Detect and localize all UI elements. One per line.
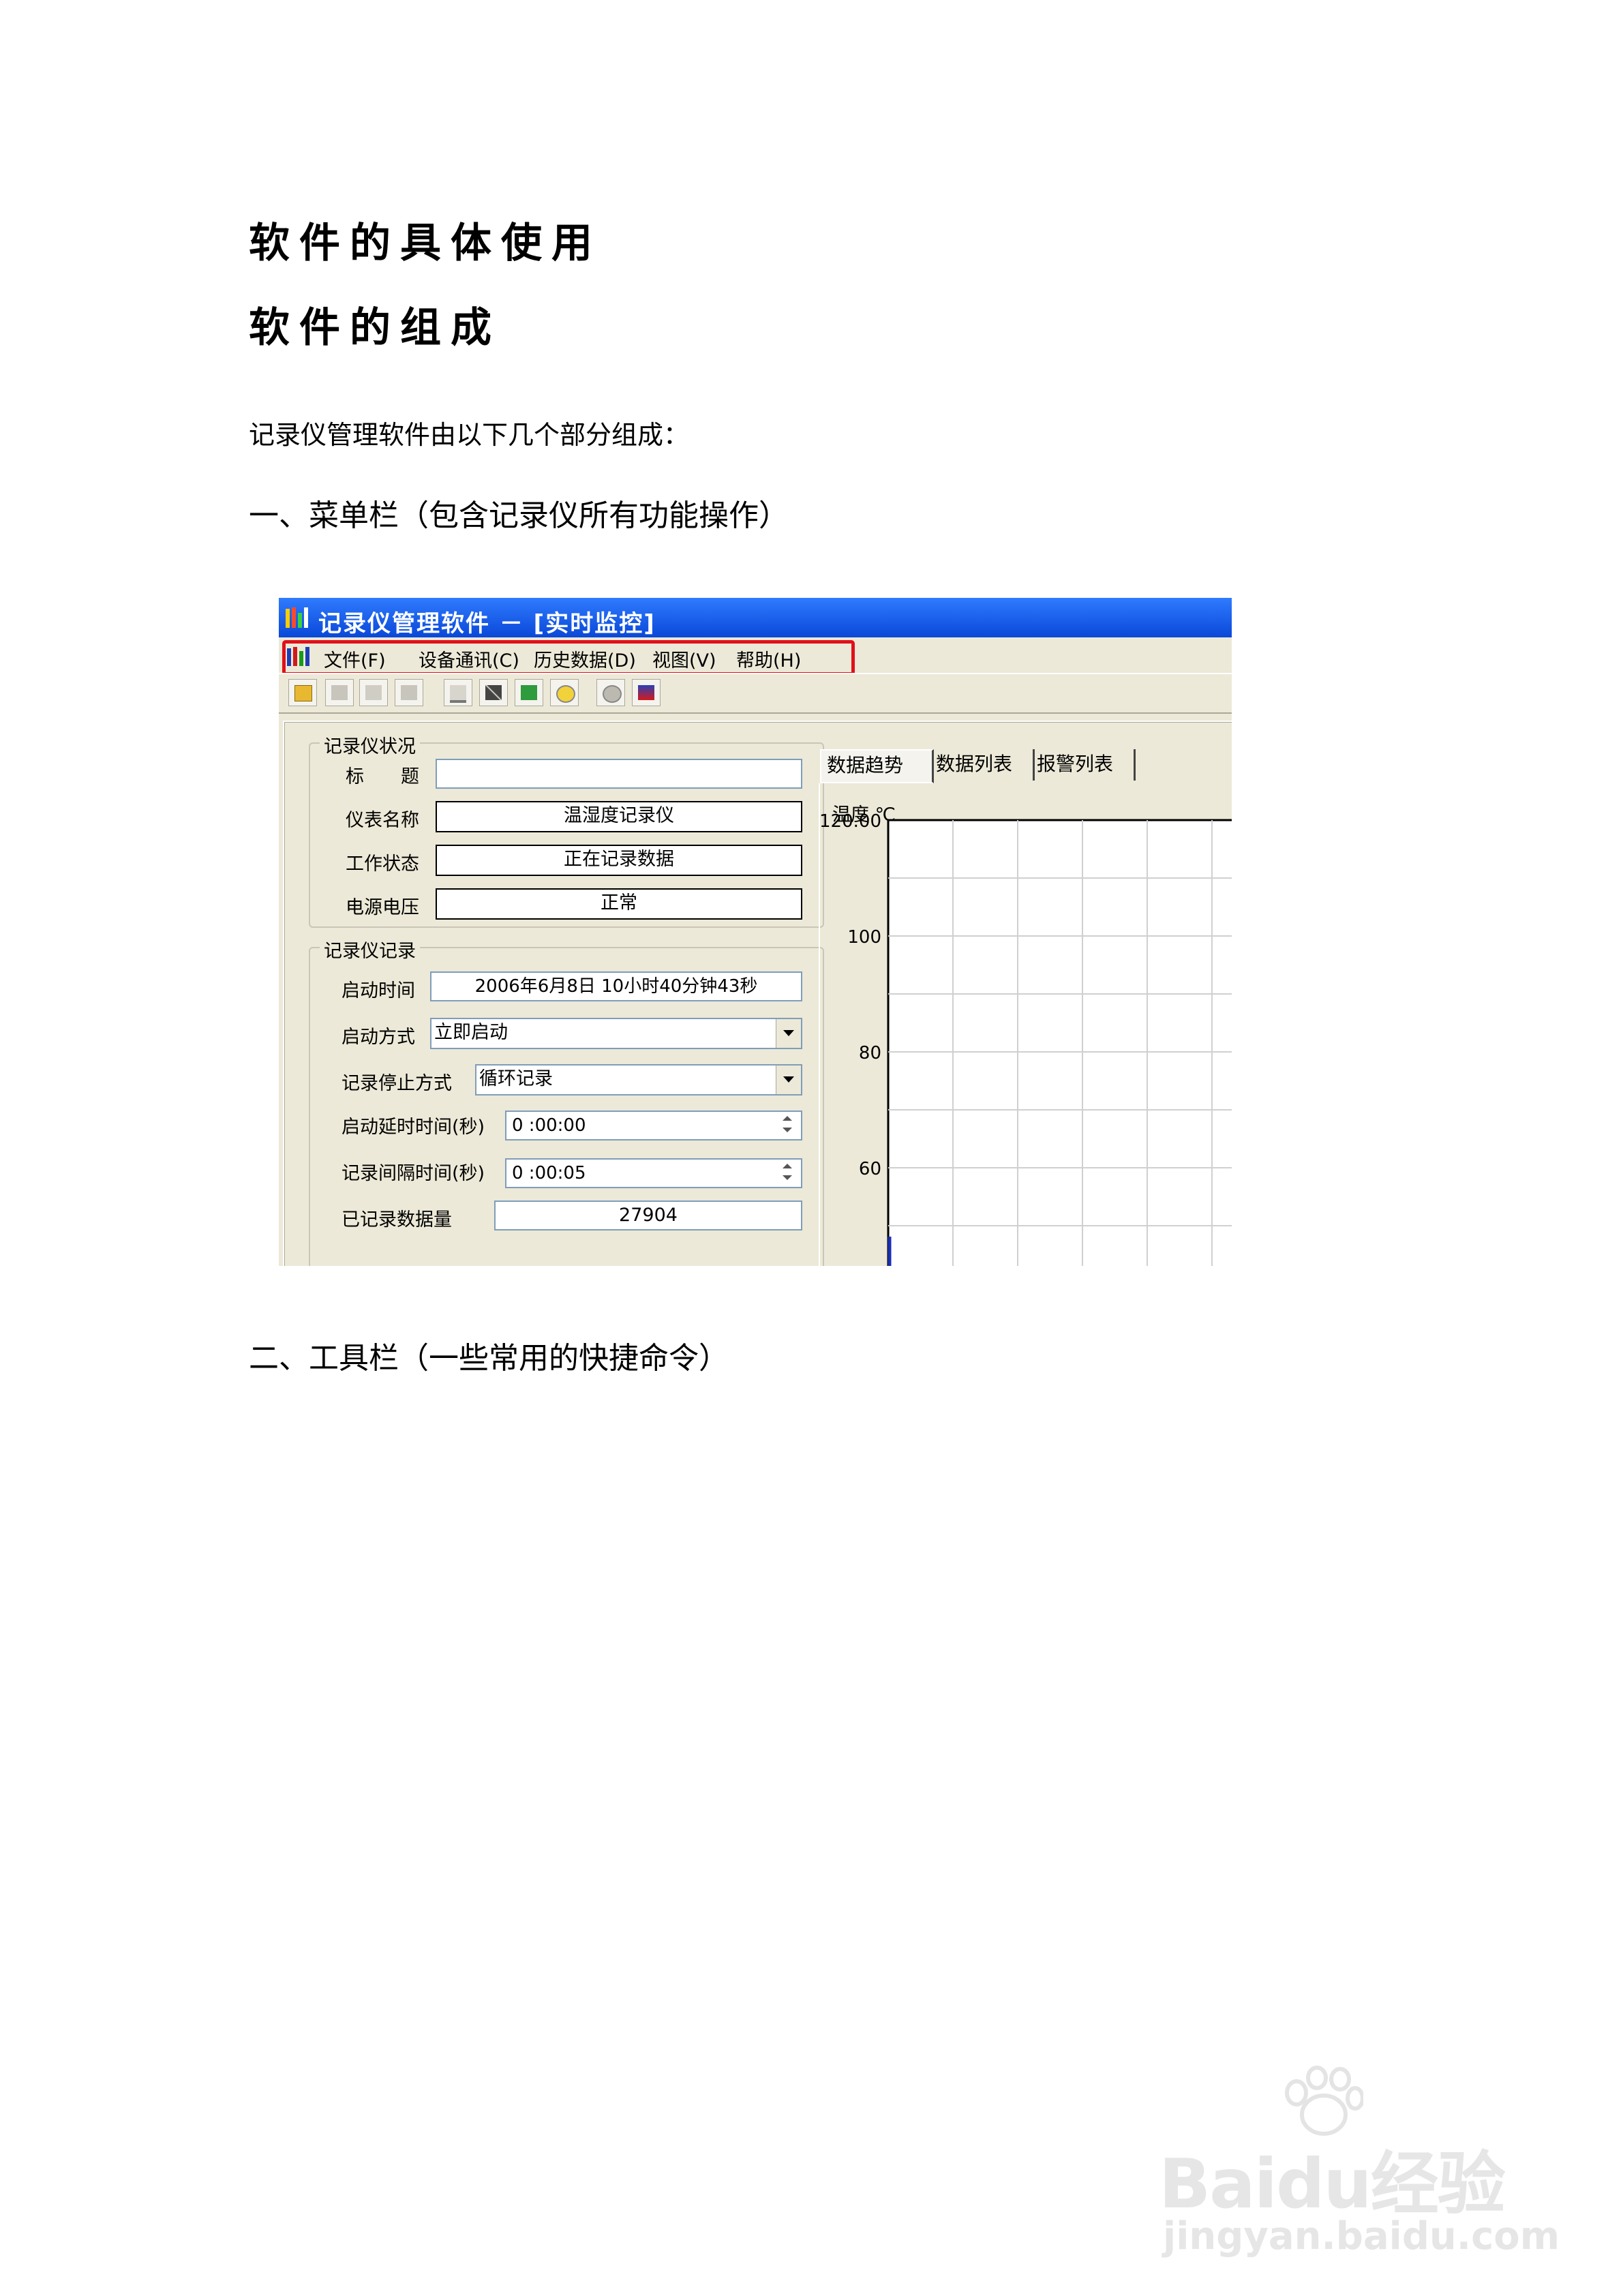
section-menubar: 一、菜单栏（包含记录仪所有功能操作） [249, 498, 789, 533]
section-toolbar: 二、工具栏（一些常用的快捷命令） [249, 1341, 729, 1376]
interval-spinner[interactable]: 0 :00:05 [505, 1158, 802, 1188]
settings-icon[interactable] [550, 679, 579, 706]
power-voltage-label: 电源电压 [346, 897, 419, 918]
start-time-value: 2006年6月8日 10小时40分钟43秒 [430, 971, 802, 1001]
power-voltage-value: 正常 [436, 888, 802, 920]
meter-name-label: 仪表名称 [346, 810, 419, 831]
tab-alarm-list[interactable]: 报警列表 [1031, 749, 1136, 781]
tools-icon[interactable] [479, 679, 508, 706]
copy-icon[interactable] [359, 679, 388, 706]
plot-area [887, 819, 1232, 1266]
start-delay-value: 0 :00:00 [512, 1115, 586, 1136]
print-icon[interactable] [395, 679, 423, 706]
watermark-brand: Baidu经验 [1159, 2144, 1506, 2224]
y-tick-label: 100 [847, 927, 881, 948]
y-tick-label: 80 [859, 1043, 881, 1063]
software-screenshot: 记录仪管理软件 － [实时监控] 文件(F) 设备通讯(C) 历史数据(D) 视… [279, 598, 1232, 1266]
stop-mode-select[interactable]: 循环记录 [475, 1064, 802, 1096]
work-status-value: 正在记录数据 [436, 845, 802, 876]
record-count-value: 27904 [494, 1200, 802, 1230]
start-mode-value: 立即启动 [434, 1022, 508, 1043]
meter-name-value: 温湿度记录仪 [436, 801, 802, 832]
stop-mode-label: 记录停止方式 [342, 1073, 452, 1094]
start-delay-label: 启动延时时间(秒) [342, 1117, 485, 1138]
work-status-label: 工作状态 [346, 854, 419, 875]
network-icon[interactable] [515, 679, 543, 706]
start-time-label: 启动时间 [342, 980, 415, 1001]
start-delay-spinner[interactable]: 0 :00:00 [505, 1111, 802, 1141]
stop-mode-value: 循环记录 [479, 1068, 553, 1089]
status-groupbox: 记录仪状况 标 题 仪表名称 温湿度记录仪 工作状态 正在记录数据 电源电压 正… [309, 731, 824, 928]
tab-data-trend[interactable]: 数据趋势 [820, 749, 934, 783]
menu-highlight-box [282, 640, 855, 676]
start-mode-select[interactable]: 立即启动 [430, 1018, 802, 1049]
heading-composition: 软件的组成 [249, 304, 501, 352]
start-mode-label: 启动方式 [342, 1027, 415, 1048]
title-label: 标 题 [346, 766, 419, 787]
window-titlebar: 记录仪管理软件 － [实时监控] [279, 598, 1232, 637]
gear-icon[interactable] [596, 679, 625, 706]
app-logo-icon [286, 606, 309, 629]
signal-icon[interactable] [632, 679, 661, 706]
window-icon[interactable] [444, 679, 472, 706]
chevron-down-icon[interactable] [776, 1019, 801, 1048]
record-count-label: 已记录数据量 [342, 1209, 452, 1230]
window-title: 记录仪管理软件 － [实时监控] [318, 610, 656, 637]
trend-chart-pane: 温度 ℃ 120.00 100 80 60 [819, 783, 1232, 1266]
tab-data-list[interactable]: 数据列表 [930, 749, 1035, 781]
open-icon[interactable] [288, 679, 317, 706]
record-group-title: 记录仪记录 [320, 936, 420, 963]
heading-usage: 软件的具体使用 [249, 220, 602, 267]
client-area: 记录仪状况 标 题 仪表名称 温湿度记录仪 工作状态 正在记录数据 电源电压 正… [279, 714, 1232, 1266]
y-tick-label: 60 [859, 1159, 881, 1179]
chevron-down-icon[interactable] [776, 1066, 801, 1094]
interval-value: 0 :00:05 [512, 1163, 586, 1183]
watermark-url: jingyan.baidu.com [1163, 2214, 1560, 2259]
y-tick-label: 120.00 [820, 811, 881, 832]
toolbar [279, 673, 1232, 714]
interval-label: 记录间隔时间(秒) [342, 1163, 485, 1184]
title-field[interactable] [436, 759, 802, 789]
intro-paragraph: 记录仪管理软件由以下几个部分组成： [249, 420, 690, 450]
status-group-title: 记录仪状况 [320, 731, 420, 758]
trend-chart: 120.00 100 80 60 [820, 811, 1232, 1266]
baidu-watermark: Baidu经验 jingyan.baidu.com [1159, 2066, 1568, 2270]
main-panel: 记录仪状况 标 题 仪表名称 温湿度记录仪 工作状态 正在记录数据 电源电压 正… [283, 721, 1232, 1266]
record-groupbox: 记录仪记录 启动时间 2006年6月8日 10小时40分钟43秒 启动方式 立即… [309, 936, 824, 1266]
save-icon[interactable] [325, 679, 354, 706]
